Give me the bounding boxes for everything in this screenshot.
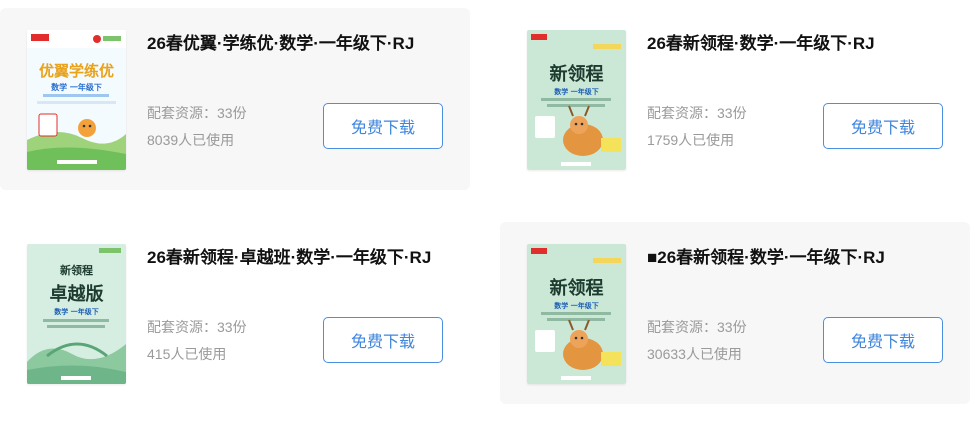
book-cover-art: 新领程 数学 一年级下 — [527, 30, 626, 170]
book-cover-image[interactable]: 新领程 数学 一年级下 — [527, 244, 626, 384]
book-cover-art: 优翼学练优 数学 一年级下 — [27, 30, 126, 170]
resource-title[interactable]: 26春新领程·数学·一年级下·RJ — [647, 30, 947, 57]
usage-count-suffix: 人已使用 — [170, 346, 227, 362]
resource-card[interactable]: 新领程 卓越版 数学 一年级下 26春新领程·卓越班·数学·一年级下·RJ 配套… — [0, 222, 470, 404]
cover-brand: 新领程 — [550, 277, 604, 299]
usage-count-value: 8039 — [147, 132, 179, 148]
resource-count-value: 33份 — [217, 105, 247, 121]
resource-count: 配套资源：33份 — [647, 103, 747, 123]
cover-subject: 数学 一年级下 — [51, 82, 102, 92]
usage-count-value: 30633 — [647, 346, 686, 362]
resource-count-label: 配套资源： — [147, 105, 217, 121]
free-download-button[interactable]: 免费下载 — [323, 103, 443, 149]
cover-brand: 优翼学练优 — [39, 62, 114, 80]
resource-count: 配套资源：33份 — [647, 317, 747, 337]
resource-card[interactable]: 新领程 数学 一年级下 ■26春新领程·数学·一年级下·RJ 配套资源：33份 … — [500, 222, 970, 404]
free-download-button[interactable]: 免费下载 — [323, 317, 443, 363]
resource-title[interactable]: 26春优翼·学练优·数学·一年级下·RJ — [147, 30, 447, 57]
free-download-button[interactable]: 免费下载 — [823, 317, 943, 363]
usage-count: 1759人已使用 — [647, 130, 734, 150]
resource-title[interactable]: 26春新领程·卓越班·数学·一年级下·RJ — [147, 244, 447, 271]
usage-count: 30633人已使用 — [647, 344, 742, 364]
cover-subject: 数学 一年级下 — [554, 301, 598, 310]
usage-count-suffix: 人已使用 — [678, 132, 735, 148]
book-cover-art: 新领程 数学 一年级下 — [527, 244, 626, 384]
usage-count-value: 1759 — [647, 132, 679, 148]
resource-count-label: 配套资源： — [647, 105, 717, 121]
book-cover-art: 新领程 卓越版 数学 一年级下 — [27, 244, 126, 384]
cover-subject: 数学 一年级下 — [54, 307, 98, 316]
usage-count-suffix: 人已使用 — [178, 132, 235, 148]
resource-count: 配套资源：33份 — [147, 317, 247, 337]
book-cover-image[interactable]: 新领程 数学 一年级下 — [527, 30, 626, 170]
usage-count: 8039人已使用 — [147, 130, 234, 150]
cover-subject: 数学 一年级下 — [554, 87, 598, 96]
resource-count-value: 33份 — [717, 105, 747, 121]
resource-count-label: 配套资源： — [647, 319, 717, 335]
cover-brand: 新领程 — [60, 263, 93, 277]
resource-title[interactable]: ■26春新领程·数学·一年级下·RJ — [647, 244, 947, 271]
resource-count-value: 33份 — [217, 319, 247, 335]
usage-count-suffix: 人已使用 — [685, 346, 742, 362]
cover-brand-secondary: 卓越版 — [50, 283, 104, 305]
book-cover-image[interactable]: 新领程 卓越版 数学 一年级下 — [27, 244, 126, 384]
resource-card[interactable]: 新领程 数学 一年级下 26春新领程·数学·一年级下·RJ 配套资源：33份 1… — [500, 8, 970, 190]
usage-count: 415人已使用 — [147, 344, 226, 364]
resource-card[interactable]: 优翼学练优 数学 一年级下 26春优翼·学练优·数学·一年级下·RJ 配套资源：… — [0, 8, 470, 190]
usage-count-value: 415 — [147, 346, 171, 362]
book-cover-image[interactable]: 优翼学练优 数学 一年级下 — [27, 30, 126, 170]
cover-brand: 新领程 — [550, 63, 604, 85]
resource-count-value: 33份 — [717, 319, 747, 335]
resource-count: 配套资源：33份 — [147, 103, 247, 123]
resource-count-label: 配套资源： — [147, 319, 217, 335]
free-download-button[interactable]: 免费下载 — [823, 103, 943, 149]
